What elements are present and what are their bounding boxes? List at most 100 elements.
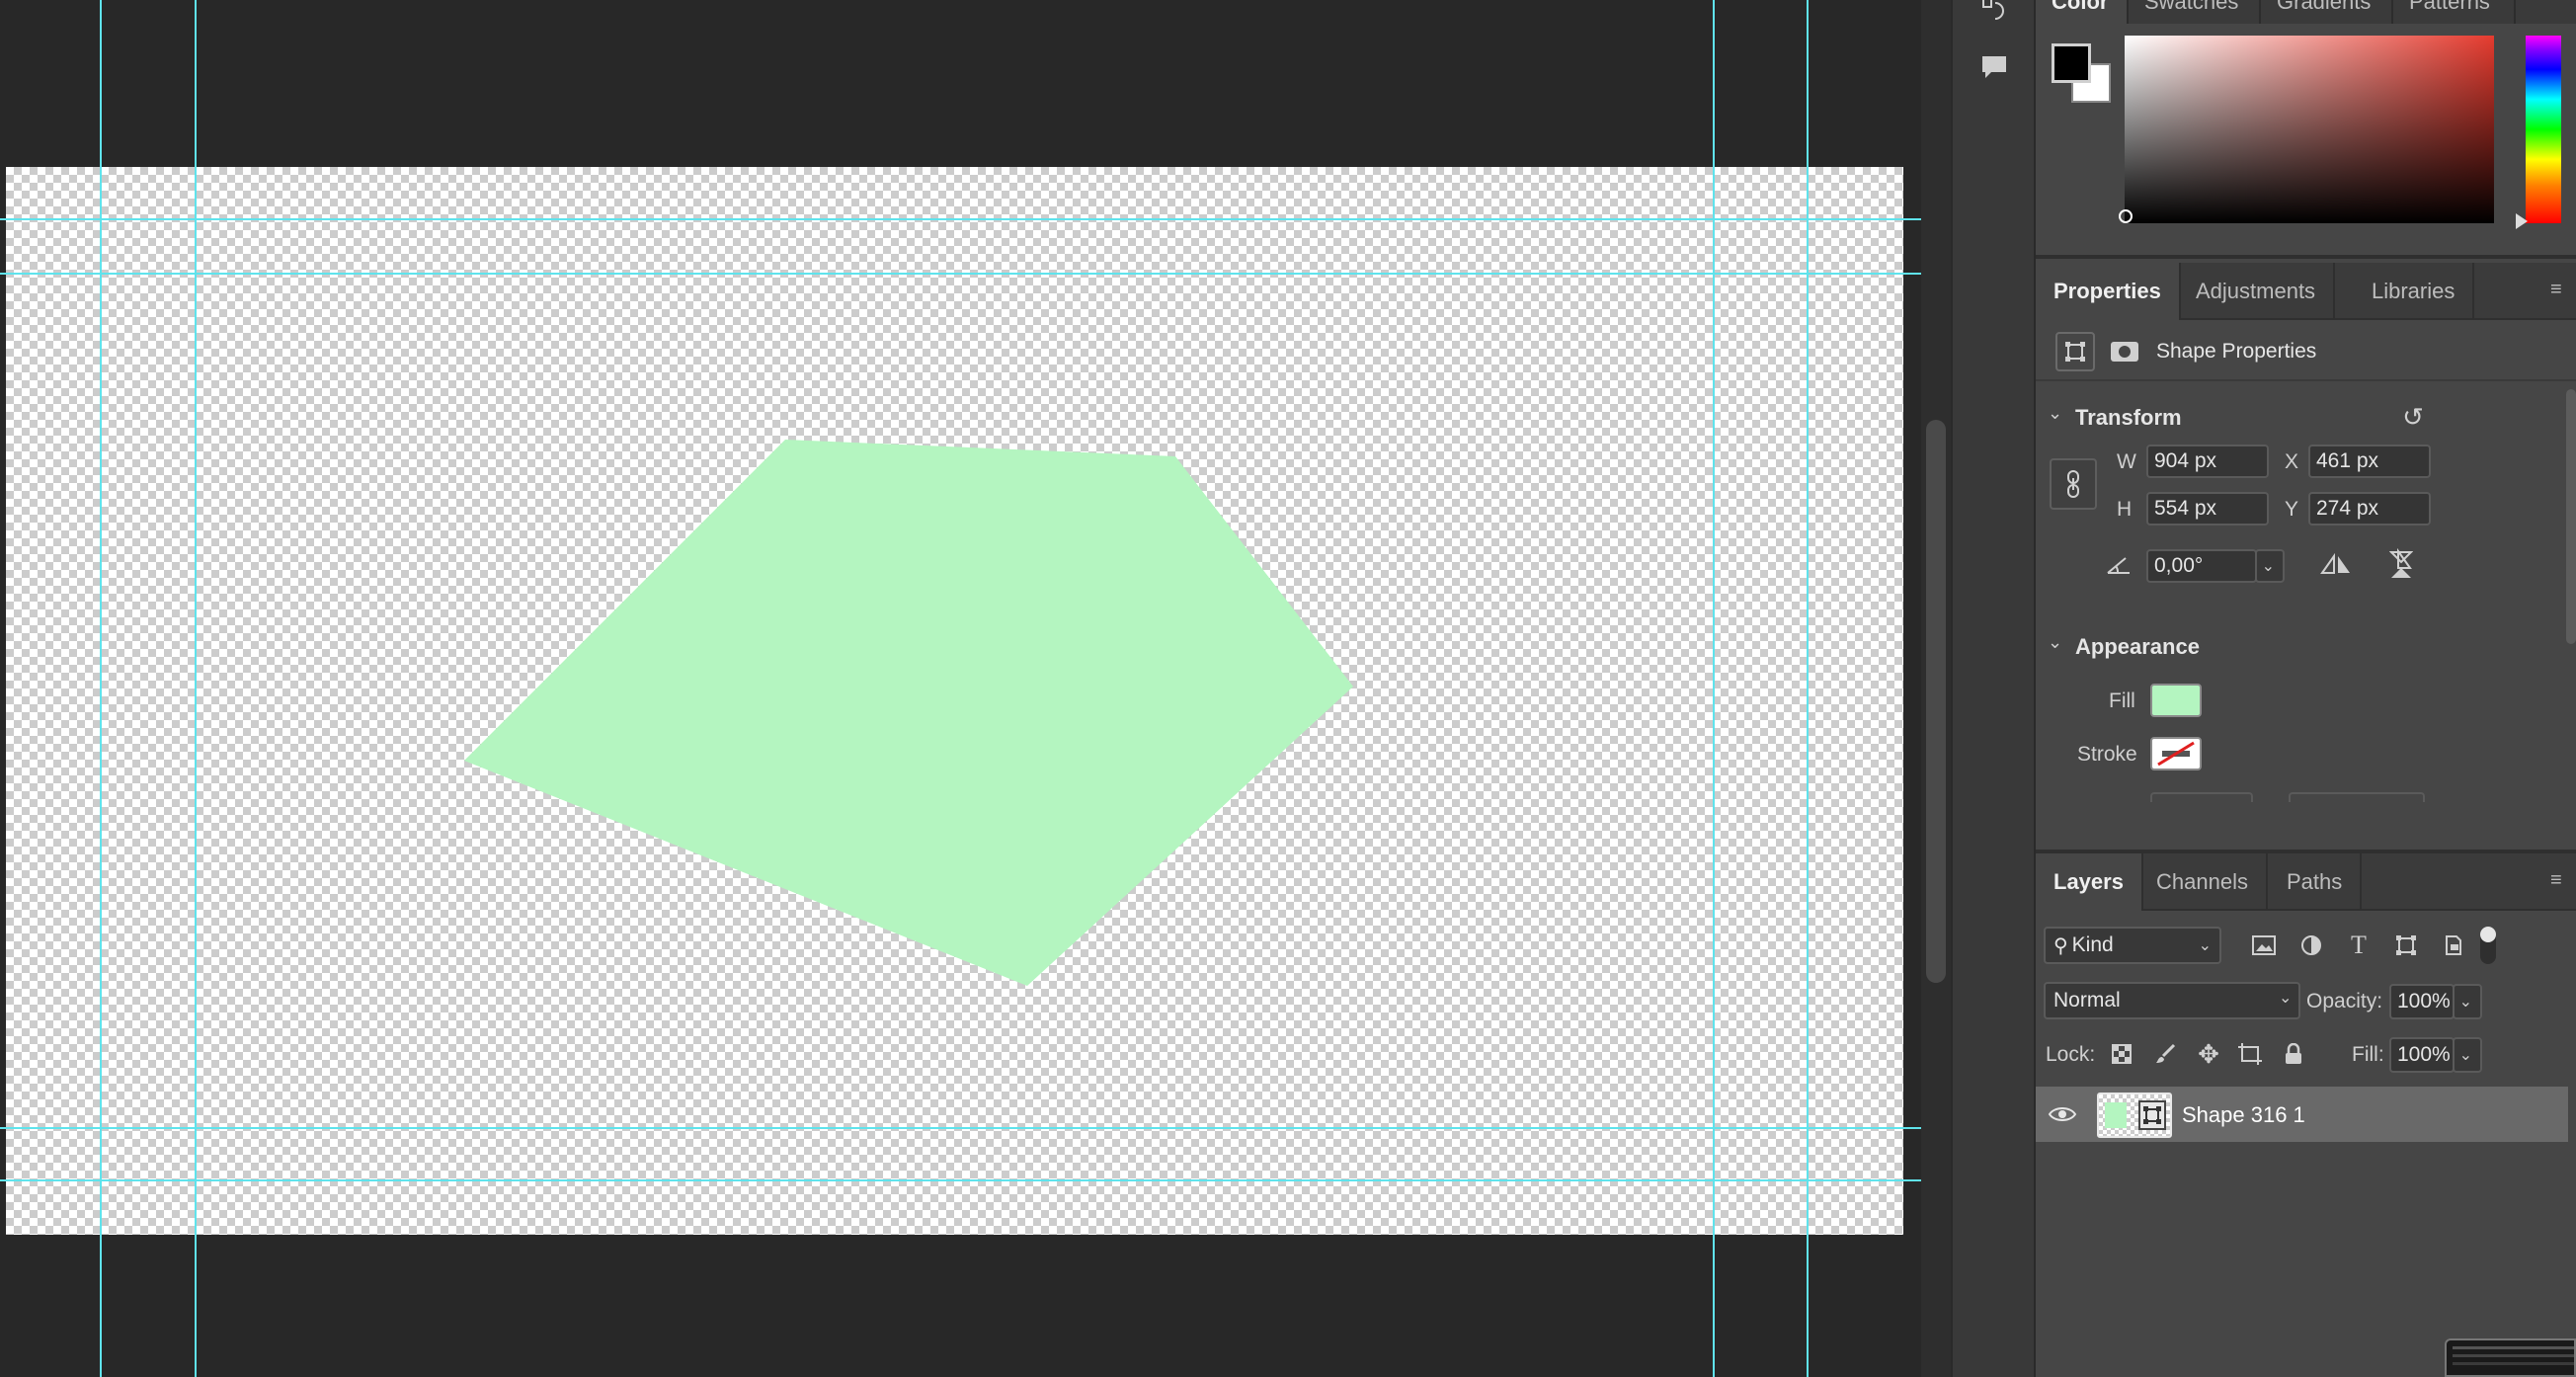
window-preview-thumbnail[interactable] <box>2445 1338 2576 1377</box>
properties-scrollbar[interactable] <box>2566 389 2576 644</box>
guide-vertical[interactable] <box>195 0 197 1377</box>
fill-label: Fill <box>2109 689 2135 712</box>
blend-mode-dropdown[interactable]: Normal <box>2044 982 2300 1019</box>
link-dimensions-icon[interactable] <box>2050 458 2097 510</box>
tab-channels[interactable]: Channels <box>2138 853 2268 911</box>
lock-image-pixels-brush-icon[interactable] <box>2148 1037 2182 1071</box>
tab-libraries[interactable]: Libraries <box>2354 263 2475 320</box>
height-field[interactable]: 554 px <box>2146 492 2269 526</box>
tab-patterns[interactable]: Patterns <box>2393 0 2516 24</box>
color-picker-field[interactable] <box>2125 36 2494 223</box>
layer-row[interactable]: Shape 316 1 <box>2036 1087 2568 1142</box>
chevron-down-icon: ⌄ <box>2198 937 2212 954</box>
tab-properties[interactable]: Properties <box>2036 263 2181 320</box>
chevron-down-icon: ⌄ <box>2458 994 2472 1011</box>
filter-adjustment-icon[interactable] <box>2294 929 2328 962</box>
angle-icon <box>2099 545 2138 585</box>
guide-horizontal[interactable] <box>0 1179 1921 1181</box>
filter-smart-object-icon[interactable] <box>2437 929 2470 962</box>
transform-section-title[interactable]: Transform <box>2075 405 2182 431</box>
y-position-field[interactable]: 274 px <box>2308 492 2431 526</box>
right-panels: Color Swatches Gradients Patterns Proper… <box>2034 0 2576 1377</box>
filter-shape-icon[interactable] <box>2389 929 2423 962</box>
filter-toggle-knob <box>2480 927 2496 942</box>
panel-menu-icon[interactable]: ≡ <box>2550 869 2572 891</box>
layer-visibility-eye-icon[interactable] <box>2048 1102 2077 1126</box>
shape-layer-icon <box>2138 1100 2166 1130</box>
filter-kind-label: Kind <box>2071 933 2114 956</box>
appearance-section-title[interactable]: Appearance <box>2075 634 2200 660</box>
guide-horizontal[interactable] <box>0 1127 1921 1129</box>
layers-panel: Layers Channels Paths ≡ ⚲ Kind ⌄ T Norma… <box>2036 850 2576 1377</box>
fill-label: Fill: <box>2352 1043 2384 1066</box>
layer-filter-kind-dropdown[interactable]: ⚲ Kind ⌄ <box>2044 927 2221 964</box>
panel-menu-icon[interactable]: ≡ <box>2550 279 2572 300</box>
opacity-dropdown[interactable]: ⌄ <box>2453 984 2482 1019</box>
layer-name[interactable]: Shape 316 1 <box>2182 1102 2305 1128</box>
stroke-label: Stroke <box>2077 743 2137 766</box>
stroke-color-swatch[interactable] <box>2150 737 2202 770</box>
photoshop-window: Color Swatches Gradients Patterns Proper… <box>0 0 2576 1377</box>
hue-slider[interactable] <box>2526 36 2561 223</box>
filter-pixel-icon[interactable] <box>2247 929 2281 962</box>
hue-slider-handle[interactable] <box>2516 213 2528 229</box>
properties-panel: Properties Adjustments Libraries ≡ Shape… <box>2036 263 2576 846</box>
x-label: X <box>2285 450 2299 473</box>
angle-dropdown[interactable]: ⌄ <box>2255 549 2285 583</box>
properties-tabbar: Properties Adjustments Libraries ≡ <box>2036 263 2576 320</box>
guide-vertical[interactable] <box>1807 0 1809 1377</box>
canvas-area[interactable] <box>0 0 1921 1377</box>
history-icon[interactable] <box>1974 0 2014 32</box>
width-label: W <box>2117 450 2136 473</box>
tab-gradients[interactable]: Gradients <box>2261 0 2393 24</box>
guide-vertical[interactable] <box>100 0 102 1377</box>
preview-line <box>2453 1362 2574 1365</box>
shape-transform-icon[interactable] <box>2055 332 2095 371</box>
preview-line <box>2453 1354 2574 1357</box>
guide-horizontal[interactable] <box>0 218 1921 220</box>
lock-artboard-icon[interactable] <box>2233 1037 2267 1071</box>
width-field[interactable]: 904 px <box>2146 445 2269 478</box>
x-position-field[interactable]: 461 px <box>2308 445 2431 478</box>
chevron-down-icon[interactable]: ⌄ <box>2048 403 2062 424</box>
mask-icon[interactable] <box>2105 332 2144 371</box>
flip-vertical-icon[interactable] <box>2381 545 2421 585</box>
properties-header: Shape Properties <box>2036 320 2576 381</box>
lock-all-icon[interactable] <box>2277 1037 2310 1071</box>
filter-toggle-switch[interactable] <box>2480 927 2496 964</box>
pentagon-shape[interactable] <box>464 440 1353 986</box>
layers-tabbar: Layers Channels Paths ≡ <box>2036 853 2576 911</box>
fill-opacity-dropdown[interactable]: ⌄ <box>2453 1037 2482 1073</box>
guide-horizontal[interactable] <box>0 273 1921 275</box>
filter-type-icon[interactable]: T <box>2342 929 2375 962</box>
opacity-label: Opacity: <box>2306 990 2383 1012</box>
tab-layers[interactable]: Layers <box>2036 853 2143 911</box>
lock-position-move-icon[interactable]: ✥ <box>2192 1037 2225 1071</box>
reset-transform-icon[interactable]: ↺ <box>2393 397 2433 437</box>
fill-opacity-field[interactable]: 100% <box>2389 1037 2455 1073</box>
comments-icon[interactable] <box>1974 47 2014 87</box>
flip-horizontal-icon[interactable] <box>2316 545 2356 585</box>
tab-swatches[interactable]: Swatches <box>2129 0 2261 24</box>
tab-adjustments[interactable]: Adjustments <box>2178 263 2336 320</box>
tab-paths[interactable]: Paths <box>2269 853 2363 911</box>
shape-properties-label: Shape Properties <box>2156 340 2317 363</box>
tab-color[interactable]: Color <box>2036 0 2129 24</box>
chevron-down-icon[interactable]: ⌄ <box>2048 632 2062 653</box>
stroke-width-field[interactable] <box>2150 792 2253 802</box>
layer-thumbnail[interactable] <box>2097 1093 2172 1138</box>
chevron-down-icon: ⌄ <box>2279 990 2293 1007</box>
search-icon: ⚲ <box>2053 934 2068 957</box>
angle-field[interactable]: 0,00° <box>2146 549 2257 583</box>
guide-vertical[interactable] <box>1713 0 1715 1377</box>
color-picker-cursor[interactable] <box>2119 209 2133 223</box>
opacity-field[interactable]: 100% <box>2389 984 2455 1019</box>
fill-color-swatch[interactable] <box>2150 684 2202 717</box>
lock-transparent-pixels-icon[interactable] <box>2105 1037 2138 1071</box>
chevron-down-icon: ⌄ <box>2458 1047 2472 1064</box>
chevron-down-icon: ⌄ <box>2261 558 2275 575</box>
stroke-type-dropdown[interactable] <box>2289 792 2425 802</box>
canvas-scrollbar-thumb[interactable] <box>1926 420 1946 983</box>
color-panel: Color Swatches Gradients Patterns <box>2036 0 2576 259</box>
foreground-color-swatch[interactable] <box>2052 43 2091 83</box>
